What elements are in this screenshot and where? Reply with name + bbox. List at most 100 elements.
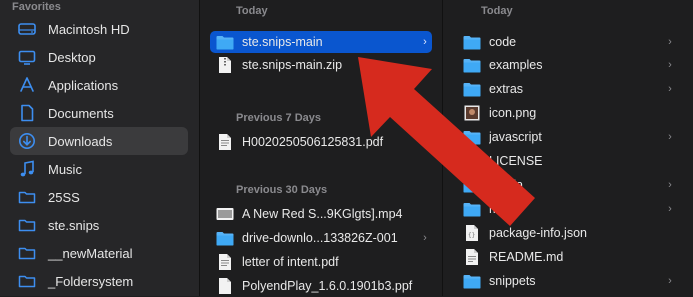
file-icon [216,277,234,295]
sidebar-item-label: Documents [48,105,114,121]
list-item-label: extras [489,82,524,96]
disk-icon [18,20,36,38]
folder-icon [463,33,481,51]
list-item-label: drive-downlo...133826Z-001 [242,231,398,245]
list-item-code[interactable]: code › [457,31,677,53]
list-item-label: ste.snips-main [242,35,323,49]
folder-icon [463,128,481,146]
list-item-label: letter of intent.pdf [242,255,339,269]
zip-file-icon [216,56,234,74]
chevron-right-icon: › [668,36,672,48]
sidebar-item-label: Desktop [48,49,96,65]
list-item-package-info-json[interactable]: {} package-info.json [457,222,677,244]
list-item-label: javascript [489,130,542,144]
sidebar-item-label: 25SS [48,189,80,205]
sidebar-item-label: Macintosh HD [48,21,130,37]
applications-icon [18,76,36,94]
list-item-label: media [489,178,524,192]
list-item-snippets[interactable]: snippets › [457,270,677,292]
folder-icon [216,229,234,247]
folder-icon [463,176,481,194]
chevron-right-icon: › [423,36,427,48]
list-item-readme-md[interactable]: README.md [457,246,677,268]
sidebar-item-desktop[interactable]: Desktop [10,43,188,71]
list-item-label: package-info.json [489,226,587,240]
list-item-label: README.md [489,250,564,264]
sidebar-item-label: _Foldersystem [48,273,134,289]
list-item-misc[interactable]: misc › [457,198,677,220]
list-item-drive-download-folder[interactable]: drive-downlo...133826Z-001 › [210,227,432,249]
sidebar-item-label: Music [48,161,82,177]
chevron-right-icon: › [668,275,672,287]
list-item-label: LICENSE [489,154,543,168]
sidebar-item-label: Applications [48,77,119,93]
json-file-icon: {} [463,224,481,242]
sidebar-item-macintosh-hd[interactable]: Macintosh HD [10,15,188,43]
sidebar-item-newmaterial[interactable]: __newMaterial [10,239,188,267]
folder-icon [463,272,481,290]
pdf-file-icon [216,253,234,271]
sidebar-item-label: __newMaterial [48,245,133,261]
finder-column-downloads: Today ste.snips-main › ste.snips-main.zi… [200,0,443,296]
folder-icon [463,80,481,98]
finder-column-ste-snips-main: Today code › examples › extras › icon.pn… [443,0,693,296]
folder-icon [18,188,36,206]
list-item-extras[interactable]: extras › [457,78,677,100]
folder-icon [18,216,36,234]
sidebar-item-foldersystem[interactable]: _Foldersystem [10,267,188,295]
list-item-label: PolyendPlay_1.6.0.1901b3.ppf [242,279,413,293]
folder-icon [463,200,481,218]
list-item-label: misc [489,202,515,216]
chevron-right-icon: › [668,83,672,95]
section-header-previous-7-days: Previous 7 Days [236,112,321,124]
list-item-h0020250506125831-pdf[interactable]: H0020250506125831.pdf [210,131,432,153]
download-icon [18,132,36,150]
section-header-previous-30-days: Previous 30 Days [236,184,328,196]
music-icon [18,160,36,178]
list-item-letter-of-intent-pdf[interactable]: letter of intent.pdf [210,251,432,273]
markdown-file-icon [463,248,481,266]
sidebar-item-label: ste.snips [48,217,100,233]
sidebar-section-favorites: Favorites [12,1,61,13]
folder-icon [216,33,234,51]
sidebar-item-downloads[interactable]: Downloads [10,127,188,155]
image-file-icon [463,104,481,122]
section-header-today: Today [236,5,268,17]
desktop-icon [18,48,36,66]
list-item-video-mp4[interactable]: A New Red S...9KGlgts].mp4 [210,203,432,225]
list-item-icon-png[interactable]: icon.png [457,102,677,124]
section-header-today: Today [481,5,513,17]
chevron-right-icon: › [668,203,672,215]
chevron-right-icon: › [668,131,672,143]
list-item-label: snippets [489,274,536,288]
folder-icon [18,272,36,290]
sidebar-item-25ss[interactable]: 25SS [10,183,188,211]
list-item-label: ste.snips-main.zip [242,58,343,72]
list-item-label: code [489,35,517,49]
list-item-label: A New Red S...9KGlgts].mp4 [242,207,403,221]
sidebar-item-ste-snips[interactable]: ste.snips [10,211,188,239]
sidebar-item-label: Downloads [48,133,113,149]
text-file-icon [463,152,481,170]
list-item-ste-snips-main-zip[interactable]: ste.snips-main.zip [210,54,432,76]
video-file-icon [216,205,234,223]
list-item-javascript[interactable]: javascript › [457,126,677,148]
list-item-label: H0020250506125831.pdf [242,135,384,149]
svg-text:{}: {} [468,232,475,239]
chevron-right-icon: › [668,59,672,71]
list-item-polyendplay-ppf[interactable]: PolyendPlay_1.6.0.1901b3.ppf [210,275,432,297]
list-item-license[interactable]: LICENSE [457,150,677,172]
chevron-right-icon: › [668,179,672,191]
list-item-examples[interactable]: examples › [457,54,677,76]
sidebar-item-applications[interactable]: Applications [10,71,188,99]
chevron-right-icon: › [423,232,427,244]
sidebar: Favorites Macintosh HD Desktop Applicati… [0,0,200,296]
list-item-ste-snips-main[interactable]: ste.snips-main › [210,31,432,53]
list-item-label: icon.png [489,106,537,120]
list-item-label: examples [489,58,543,72]
sidebar-item-music[interactable]: Music [10,155,188,183]
sidebar-item-documents[interactable]: Documents [10,99,188,127]
folder-icon [18,244,36,262]
list-item-media[interactable]: media › [457,174,677,196]
folder-icon [463,56,481,74]
